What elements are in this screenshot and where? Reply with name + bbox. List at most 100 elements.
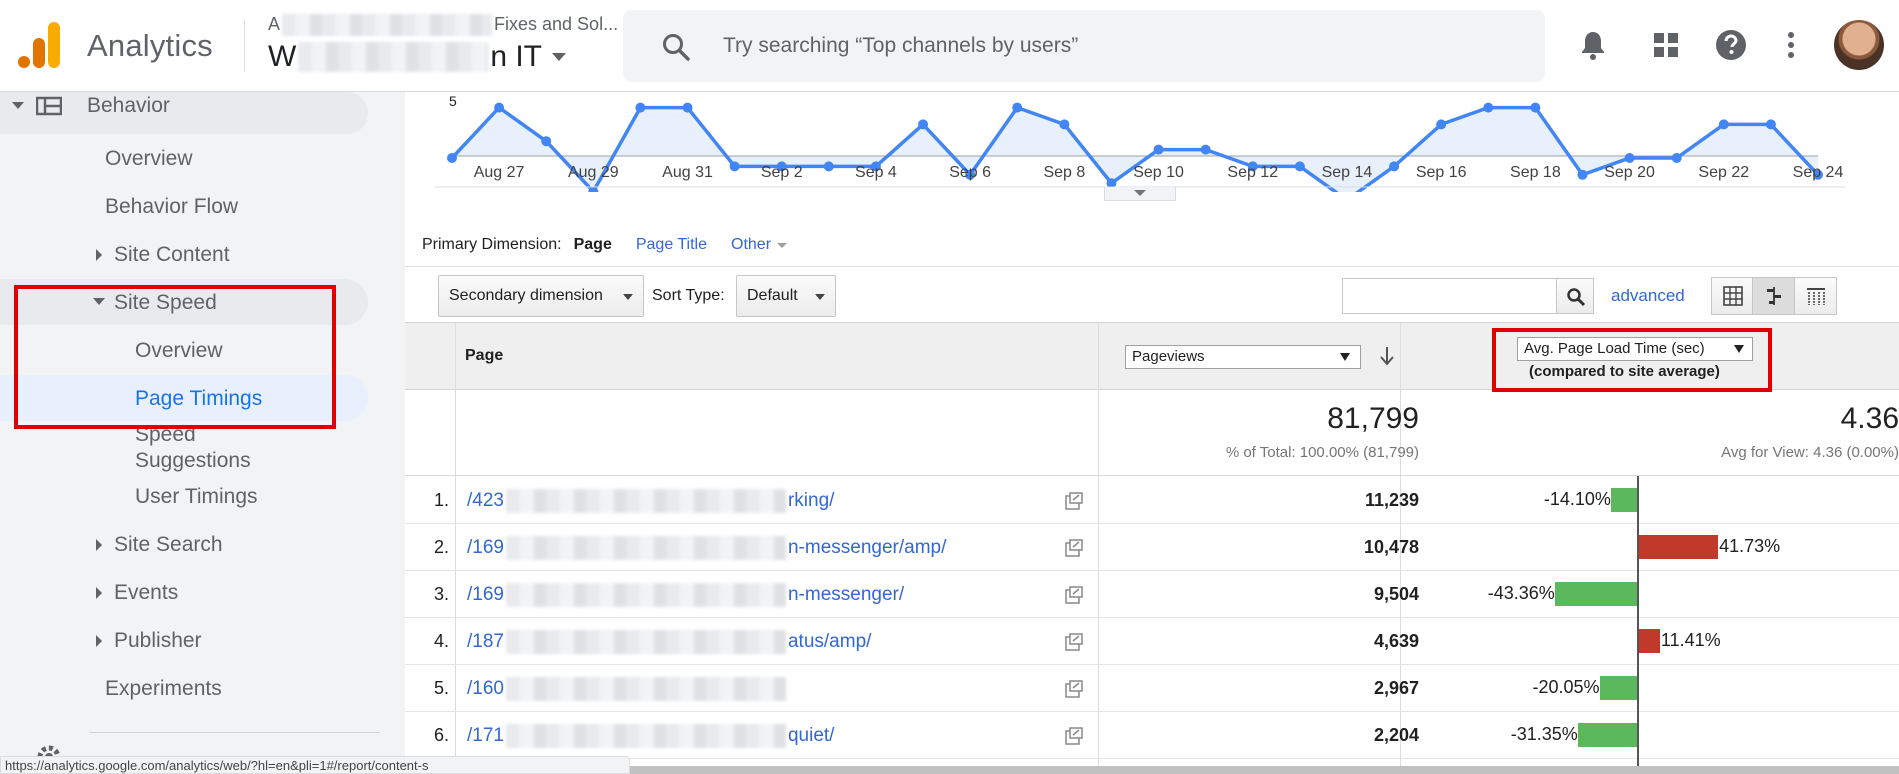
search-input[interactable]	[723, 28, 1503, 64]
row-negative-bar	[1599, 676, 1638, 700]
total-pageviews: 81,799	[1327, 402, 1419, 435]
chart-point[interactable]	[1294, 161, 1305, 172]
row-negative-bar	[1577, 723, 1638, 747]
chart-point[interactable]	[1389, 161, 1400, 172]
row-number: 1.	[433, 490, 449, 510]
row-page-link[interactable]: /169 n-messenger/	[467, 583, 904, 607]
secondary-dimension-button[interactable]: Secondary dimension	[438, 275, 644, 317]
sidebar-divider	[90, 732, 380, 733]
row-percent-label: -14.10%	[1543, 489, 1611, 509]
help-icon[interactable]	[1712, 26, 1750, 64]
primary-dimension-label: Primary Dimension:	[422, 236, 562, 253]
comparison-view-button[interactable]	[1753, 278, 1795, 314]
chart-point[interactable]	[1059, 119, 1070, 130]
caret-right-icon[interactable]	[96, 635, 102, 647]
column-header-page[interactable]: Page	[465, 347, 503, 365]
horizontal-scrollbar[interactable]	[630, 766, 1899, 774]
nav-behavior-flow[interactable]: Behavior Flow	[105, 195, 238, 219]
user-avatar[interactable]	[1834, 20, 1884, 70]
chart-point[interactable]	[1718, 119, 1729, 130]
row-pageviews: 4,639	[1373, 631, 1419, 651]
nav-publisher[interactable]: Publisher	[114, 629, 202, 653]
redacted-page-path	[505, 677, 786, 701]
advanced-filter-link[interactable]: advanced	[1611, 286, 1685, 306]
chart-point[interactable]	[1624, 153, 1635, 163]
dimension-page-title[interactable]: Page Title	[636, 236, 707, 254]
chart-point[interactable]	[1671, 153, 1682, 163]
data-table-view-button[interactable]	[1712, 278, 1754, 314]
row-page-link[interactable]: /187 atus/amp/	[467, 630, 871, 654]
table-row: 1. /423 rking/11,239 -14.10%	[405, 477, 1899, 524]
chart-point[interactable]	[682, 102, 693, 113]
row-page-link[interactable]: /423 rking/	[467, 489, 834, 513]
total-pageviews-percent: % of Total: 100.00% (81,799)	[1225, 444, 1419, 461]
nav-user-timings[interactable]: User Timings	[135, 485, 258, 509]
grid-table-icon	[1723, 286, 1743, 306]
table-header-row: Page Pageviews Avg. Page Load Time (sec)…	[405, 322, 1899, 392]
chart-point[interactable]	[1436, 119, 1447, 130]
table-filter-input[interactable]	[1342, 278, 1562, 314]
report-main: 5 Aug 27 Aug 29 Aug 31 Sep 2 Sep 4 Sep 6 Sep 8 S…	[405, 92, 1899, 774]
open-in-new-icon[interactable]	[1065, 492, 1083, 510]
apps-grid-icon[interactable]	[1647, 26, 1685, 64]
analytics-logo-icon[interactable]	[18, 22, 60, 68]
nav-events[interactable]: Events	[114, 581, 178, 605]
sort-descending-icon[interactable]	[1379, 345, 1395, 367]
chart-point[interactable]	[729, 161, 740, 172]
chart-point[interactable]	[1200, 144, 1211, 155]
open-in-new-icon[interactable]	[1065, 539, 1083, 557]
chart-point[interactable]	[823, 161, 834, 172]
nav-behavior[interactable]: Behavior	[87, 94, 170, 118]
more-vert-icon[interactable]	[1772, 26, 1810, 64]
open-in-new-icon[interactable]	[1065, 586, 1083, 604]
filter-search-button[interactable]	[1556, 278, 1594, 314]
caret-right-icon[interactable]	[96, 587, 102, 599]
sort-type-select[interactable]: Default	[736, 275, 836, 317]
report-table: Page Pageviews Avg. Page Load Time (sec)…	[405, 322, 1899, 774]
caret-down-icon[interactable]	[12, 102, 24, 109]
bell-icon[interactable]	[1574, 26, 1612, 64]
chart-point[interactable]	[635, 102, 646, 113]
search-icon[interactable]	[661, 32, 691, 62]
property-selector[interactable]: Wn IT	[268, 40, 567, 74]
chart-x-tick-label: Sep 10	[1133, 164, 1184, 181]
chart-point[interactable]	[447, 153, 457, 163]
open-in-new-icon[interactable]	[1065, 727, 1083, 745]
nav-site-content[interactable]: Site Content	[114, 243, 230, 267]
chart-point[interactable]	[1577, 169, 1588, 180]
chart-point[interactable]	[1765, 119, 1776, 130]
nav-experiments[interactable]: Experiments	[105, 677, 222, 701]
row-number: 2.	[433, 537, 449, 557]
chart-x-tick-label: Sep 4	[855, 164, 897, 181]
dimension-page[interactable]: Page	[574, 236, 612, 254]
account-selector[interactable]: A Fixes and Sol...	[268, 14, 618, 37]
chart-point[interactable]	[541, 136, 552, 147]
metric-select-pageviews[interactable]: Pageviews	[1125, 345, 1361, 369]
table-row: 6. /171 quiet/2,204 -31.35%	[405, 712, 1899, 759]
caret-right-icon[interactable]	[96, 539, 102, 551]
chart-collapse-handle[interactable]	[1104, 187, 1176, 201]
sort-type-value: Default	[747, 287, 798, 304]
chart-point[interactable]	[1530, 102, 1541, 113]
term-cloud-view-button[interactable]	[1794, 278, 1837, 314]
chart-point[interactable]	[918, 119, 929, 130]
redacted-property	[298, 42, 489, 72]
chart-point[interactable]	[494, 102, 505, 113]
pivot-icon	[1806, 288, 1825, 305]
search-bar[interactable]	[623, 10, 1545, 82]
redacted-page-path	[505, 536, 786, 560]
nav-speed-suggestions-line2[interactable]: Suggestions	[135, 449, 251, 473]
chart-point[interactable]	[1012, 102, 1023, 113]
row-page-link[interactable]: /160	[467, 677, 788, 701]
row-page-link[interactable]: /169 n-messenger/amp/	[467, 536, 946, 560]
nav-site-search[interactable]: Site Search	[114, 533, 223, 557]
open-in-new-icon[interactable]	[1065, 633, 1083, 651]
caret-right-icon[interactable]	[96, 249, 102, 261]
row-page-start: /169	[467, 584, 504, 605]
dimension-other[interactable]: Other	[731, 236, 788, 254]
row-page-link[interactable]: /171 quiet/	[467, 724, 834, 748]
open-in-new-icon[interactable]	[1065, 680, 1083, 698]
chart-point[interactable]	[1153, 144, 1164, 155]
nav-behavior-overview[interactable]: Overview	[105, 147, 193, 171]
chart-point[interactable]	[1483, 102, 1494, 113]
